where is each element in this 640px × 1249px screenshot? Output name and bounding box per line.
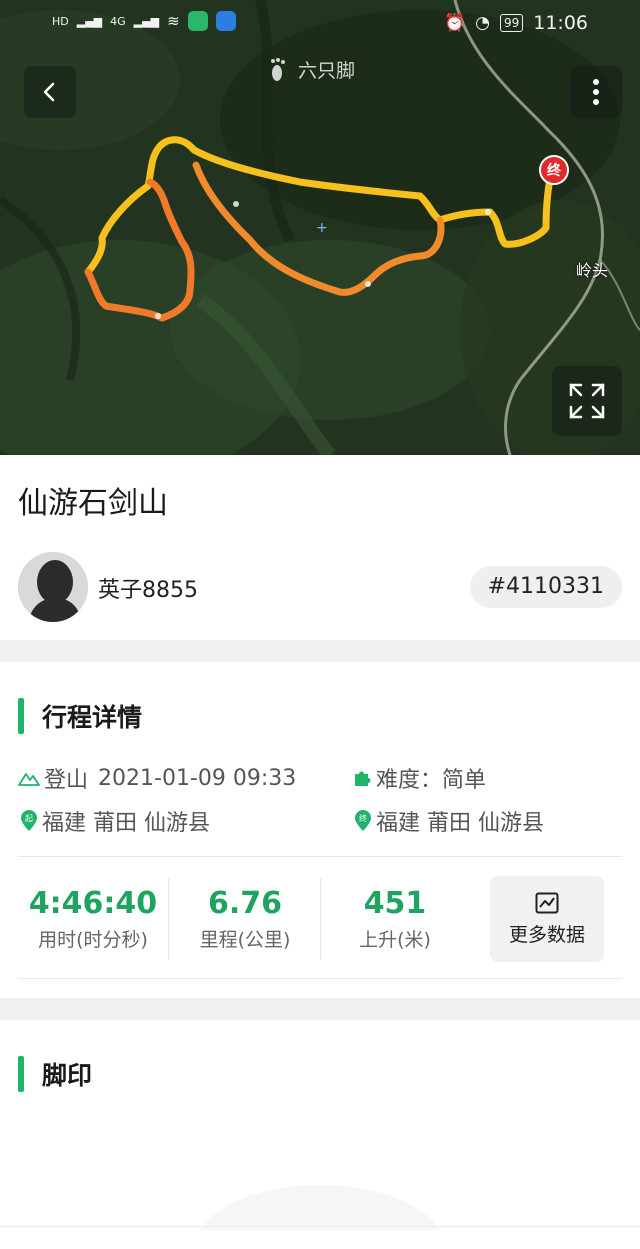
stat-ascent-value: 451 (363, 886, 427, 921)
stat-ascent: 451 上升(米) (320, 886, 470, 952)
back-button[interactable] (24, 66, 76, 118)
activity-type: 登山 (44, 768, 89, 793)
details-section-title: 行程详情 (42, 703, 143, 732)
battery-indicator: 99 (499, 14, 524, 32)
svg-text:终: 终 (359, 813, 367, 823)
shield-icon (215, 11, 236, 31)
section-divider (0, 640, 640, 662)
route-map[interactable]: + HD ▂▄▆ 4G ▂▄▆ ≋ ⏰ ◔ 99 11:06 六只脚 终 岭头 (0, 0, 640, 455)
stat-ascent-label: 上升(米) (359, 929, 431, 951)
stat-duration-label: 用时(时分秒) (38, 929, 148, 951)
activity-datetime: 登山 2021-01-09 09:33 (18, 762, 296, 794)
vertical-dots-icon (593, 79, 599, 105)
hd-indicator: HD (52, 14, 69, 28)
end-pin-icon: 终 (355, 810, 371, 831)
section-divider (0, 998, 640, 1020)
footprint-section-header: 脚印 (18, 1056, 92, 1092)
user-avatar-icon (18, 552, 88, 622)
stat-distance-value: 6.76 (207, 886, 283, 921)
stat-duration-value: 4:46:40 (28, 886, 158, 921)
start-datetime: 2021-01-09 09:33 (98, 765, 297, 791)
stat-duration: 4:46:40 用时(时分秒) (18, 886, 168, 952)
details-section-header: 行程详情 (18, 698, 142, 734)
chevron-left-icon (43, 82, 55, 102)
brand-name: 六只脚 (298, 60, 356, 82)
start-location-text: 福建 莆田 仙游县 (42, 811, 210, 836)
svg-text:+: + (316, 220, 328, 236)
stat-distance-label: 里程(公里) (199, 929, 291, 951)
clock: 11:06 (533, 12, 588, 34)
stat-distance: 6.76 里程(公里) (170, 886, 320, 952)
more-data-button[interactable]: 更多数据 (490, 876, 604, 962)
stats-divider (18, 978, 622, 979)
chart-icon (535, 892, 559, 913)
status-bar-left: HD ▂▄▆ 4G ▂▄▆ ≋ (52, 11, 236, 31)
trip-title: 仙游石剑山 (18, 486, 168, 521)
more-options-button[interactable] (570, 66, 622, 118)
difficulty: 难度：简单 (352, 762, 486, 794)
app-brand: 六只脚 (268, 56, 355, 83)
mountain-icon (18, 773, 40, 786)
status-bar-right: ⏰ ◔ 99 11:06 (444, 12, 588, 34)
section-accent-bar (18, 698, 24, 734)
svg-text:起: 起 (25, 814, 33, 823)
network-type: 4G (110, 14, 126, 28)
puzzle-icon (355, 771, 371, 786)
expand-icon (569, 383, 605, 419)
username[interactable]: 英子8855 (98, 572, 198, 604)
user-row: 英子8855 #4110331 (18, 552, 622, 624)
app-notification-icon (187, 11, 208, 31)
bottom-toolbar (0, 1226, 640, 1249)
signal-icon: ▂▄▆ (76, 14, 103, 28)
more-data-label: 更多数据 (508, 923, 585, 946)
start-pin-icon: 起 (21, 810, 37, 831)
details-divider (18, 856, 622, 857)
footprint-logo-icon (271, 57, 285, 81)
trip-id-badge: #4110331 (469, 566, 622, 608)
footprint-placeholder (200, 1185, 440, 1230)
end-marker: 终 (539, 155, 569, 185)
map-place-label: 岭头 (576, 261, 609, 280)
wifi-icon: ≋ (167, 12, 180, 30)
alarm-icon: ⏰ (443, 13, 466, 33)
status-bar: HD ▂▄▆ 4G ▂▄▆ ≋ ⏰ ◔ 99 11:06 (0, 0, 640, 44)
difficulty-label: 难度：简单 (376, 768, 487, 793)
signal-icon-2: ▂▄▆ (133, 14, 160, 28)
avatar[interactable] (18, 552, 88, 622)
section-accent-bar (18, 1056, 24, 1092)
silent-icon: ◔ (475, 13, 490, 33)
fullscreen-button[interactable] (552, 366, 622, 436)
footprint-section-title: 脚印 (42, 1061, 93, 1090)
start-location: 起 福建 莆田 仙游县 (20, 805, 210, 837)
end-location: 终 福建 莆田 仙游县 (354, 805, 544, 837)
stat-separator (168, 878, 169, 960)
end-location-text: 福建 莆田 仙游县 (376, 811, 544, 836)
